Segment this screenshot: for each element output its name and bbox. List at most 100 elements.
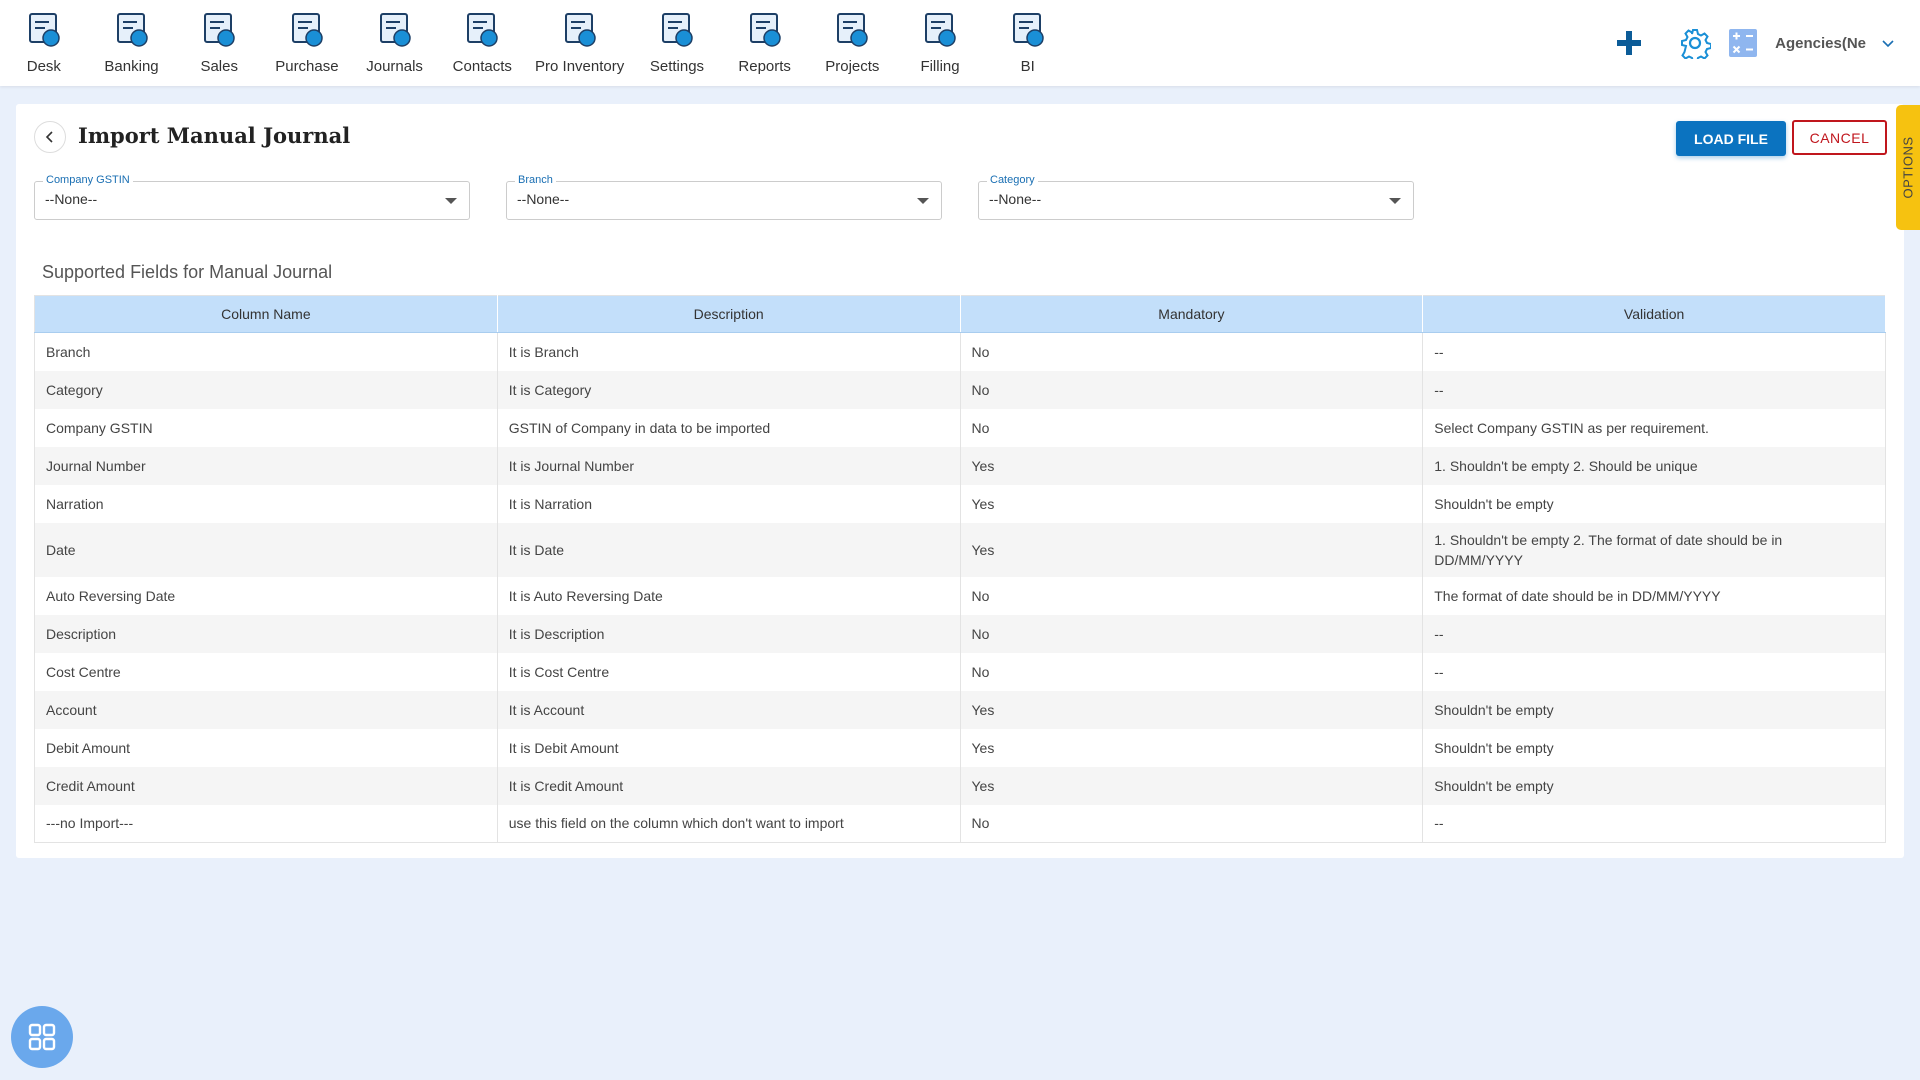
nav-label: Sales [200,58,238,75]
table-cell: Shouldn't be empty [1422,728,1886,767]
table-cell: -- [1422,332,1886,371]
table-cell: It is Description [497,614,961,653]
table-row: Credit Amount It is Credit Amount Yes Shoul… [34,766,1886,805]
sales-icon [199,10,239,50]
table-cell: The format of date should be in DD/MM/YY… [1422,576,1886,615]
main-nav: Desk Banking Sales Purchase Journals Contacts… [0,0,1072,86]
calculator-icon[interactable] [1729,29,1758,57]
table-cell: Cost Centre [34,652,498,691]
nav-label: BI [1020,58,1035,75]
branch-select[interactable]: Branch --None-- [506,174,942,220]
table-header-row: Column Name Description Mandatory Validatio… [34,295,1886,333]
table-cell: Shouldn't be empty [1422,484,1886,523]
branch-label: Branch [515,174,556,186]
apps-menu-button[interactable] [11,1006,73,1068]
nav-item-journals[interactable]: Journals [351,0,439,86]
settings-icon [657,10,697,50]
table-cell: 1. Shouldn't be empty 2. The format of d… [1422,522,1886,577]
table-cell: It is Debit Amount [497,728,961,767]
nav-item-purchase[interactable]: Purchase [263,0,351,86]
table-cell: Shouldn't be empty [1422,766,1886,805]
table-cell: No [960,332,1424,371]
nav-item-pro-inventory[interactable]: Pro Inventory [526,0,633,86]
nav-item-banking[interactable]: Banking [88,0,176,86]
column-header: Description [497,295,961,333]
options-tab[interactable]: OPTIONS [1896,105,1920,230]
table-cell: Account [34,690,498,729]
table-row: Company GSTIN GSTIN of Company in data to… [34,408,1886,447]
load-file-button[interactable]: LOAD FILE [1676,121,1786,156]
inventory-icon [560,10,600,50]
table-cell: Yes [960,690,1424,729]
add-icon[interactable] [1615,29,1643,57]
table-cell: No [960,804,1424,843]
table-cell: No [960,576,1424,615]
category-select[interactable]: Category --None-- [978,174,1414,220]
table-cell: Credit Amount [34,766,498,805]
table-cell: Debit Amount [34,728,498,767]
chevron-down-icon[interactable] [1882,35,1894,51]
table-cell: It is Category [497,370,961,409]
page-title: Import Manual Journal [78,123,351,148]
table-row: Description It is Description No -- [34,614,1886,653]
category-value: --None-- [989,191,1042,207]
contacts-icon [462,10,502,50]
agency-selector[interactable]: Agencies(Ne [1775,35,1866,52]
nav-label: Desk [26,58,61,75]
nav-label: Settings [649,58,705,75]
column-header: Validation [1422,295,1886,333]
nav-label: Reports [738,58,791,75]
nav-item-sales[interactable]: Sales [175,0,263,86]
table-cell: It is Branch [497,332,961,371]
table-cell: No [960,652,1424,691]
company-gstin-select[interactable]: Company GSTIN --None-- [34,174,470,220]
bi-icon [1008,10,1048,50]
table-cell: Yes [960,484,1424,523]
column-header: Column Name [34,295,498,333]
table-cell: It is Date [497,522,961,577]
nav-item-filling[interactable]: Filling [896,0,984,86]
table-row: Branch It is Branch No -- [34,332,1886,371]
cancel-button[interactable]: CANCEL [1792,120,1887,155]
nav-label: Projects [825,58,880,75]
table-cell: Auto Reversing Date [34,576,498,615]
section-title: Supported Fields for Manual Journal [42,262,333,282]
table-row: Journal Number It is Journal Number Yes 1. … [34,446,1886,485]
table-cell: Yes [960,522,1424,577]
table-cell: No [960,370,1424,409]
nav-item-settings[interactable]: Settings [633,0,721,86]
table-cell: It is Narration [497,484,961,523]
table-cell: Description [34,614,498,653]
table-cell: Category [34,370,498,409]
nav-item-desk[interactable]: Desk [0,0,88,86]
table-cell: Branch [34,332,498,371]
desk-icon [24,10,64,50]
gear-icon[interactable] [1679,27,1712,59]
chevron-left-icon [45,131,53,143]
dropdown-arrow-icon [917,198,929,204]
table-cell: Yes [960,446,1424,485]
back-button[interactable] [34,121,66,153]
table-cell: ---no Import--- [34,804,498,843]
table-cell: use this field on the column which don't… [497,804,961,843]
table-cell: Select Company GSTIN as per requirement. [1422,408,1886,447]
nav-item-bi[interactable]: BI [984,0,1072,86]
supported-fields-table: Column Name Description Mandatory Validatio… [34,295,1886,843]
table-cell: It is Journal Number [497,446,961,485]
nav-item-contacts[interactable]: Contacts [438,0,526,86]
dropdown-arrow-icon [445,198,457,204]
options-label: OPTIONS [1900,136,1916,199]
purchase-icon [287,10,327,50]
nav-item-reports[interactable]: Reports [721,0,809,86]
nav-label: Pro Inventory [535,58,625,75]
company-gstin-label: Company GSTIN [43,174,133,186]
table-cell: It is Credit Amount [497,766,961,805]
table-cell: Shouldn't be empty [1422,690,1886,729]
table-cell: Narration [34,484,498,523]
table-cell: It is Auto Reversing Date [497,576,961,615]
table-row: ---no Import--- use this field on the col… [34,804,1886,843]
top-nav-bar: Desk Banking Sales Purchase Journals Contacts… [0,0,1920,86]
nav-item-projects[interactable]: Projects [809,0,897,86]
column-header: Mandatory [960,295,1424,333]
nav-label: Filling [920,58,960,75]
